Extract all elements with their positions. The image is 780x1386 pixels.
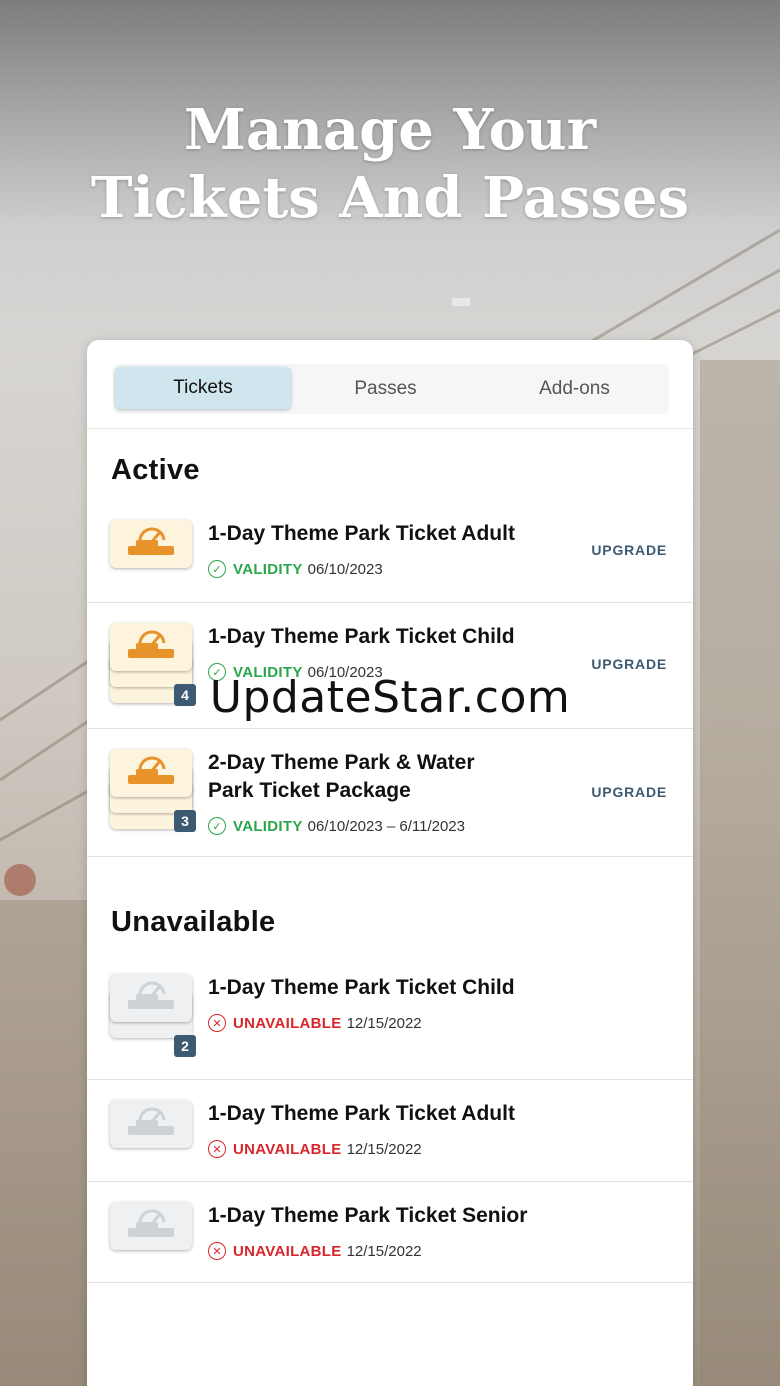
x-circle-icon: ✕ xyxy=(208,1140,226,1158)
ticket-count-badge: 2 xyxy=(174,1035,196,1057)
tab-add-ons[interactable]: Add-ons xyxy=(480,364,669,414)
coaster-ticket-icon xyxy=(110,623,192,671)
ticket-row[interactable]: 1-Day Theme Park Ticket Adult ✓ VALIDITY… xyxy=(87,500,693,603)
check-circle-icon: ✓ xyxy=(208,560,226,578)
tickets-card: Tickets Passes Add-ons Active 1-Day Them… xyxy=(87,340,693,1386)
status-label: VALIDITY xyxy=(233,560,303,578)
status-label: VALIDITY xyxy=(233,817,303,835)
ticket-row[interactable]: 1-Day Theme Park Ticket Adult ✕ UNAVAILA… xyxy=(87,1080,693,1182)
unavailable-status: ✕ UNAVAILABLE 12/15/2022 xyxy=(208,1140,422,1158)
validity-status: ✓ VALIDITY 06/10/2023 xyxy=(208,560,383,578)
status-date: 06/10/2023 xyxy=(307,560,383,578)
status-label: UNAVAILABLE xyxy=(233,1140,342,1158)
upgrade-button[interactable]: UPGRADE xyxy=(591,784,667,800)
active-section-title: Active xyxy=(111,454,200,486)
ticket-name: 1-Day Theme Park Ticket Senior xyxy=(208,1204,528,1227)
unavailable-status: ✕ UNAVAILABLE 12/15/2022 xyxy=(208,1014,422,1032)
status-date: 06/10/2023 – 6/11/2023 xyxy=(307,817,465,835)
tab-tickets[interactable]: Tickets xyxy=(115,367,291,409)
coaster-ticket-icon xyxy=(110,1100,192,1148)
ticket-name: 2-Day Theme Park & Water Park Ticket Pac… xyxy=(208,749,580,805)
status-date: 12/15/2022 xyxy=(346,1014,422,1032)
ticket-name-line2: Park Ticket Package xyxy=(208,779,411,802)
upgrade-button[interactable]: UPGRADE xyxy=(591,542,667,558)
x-circle-icon: ✕ xyxy=(208,1014,226,1032)
status-label: UNAVAILABLE xyxy=(233,1242,342,1260)
divider xyxy=(87,428,693,429)
ticket-name: 1-Day Theme Park Ticket Child xyxy=(208,976,515,999)
ticket-name: 1-Day Theme Park Ticket Child xyxy=(208,625,515,648)
ticket-name: 1-Day Theme Park Ticket Adult xyxy=(208,1102,515,1125)
status-label: UNAVAILABLE xyxy=(233,1014,342,1032)
headline: Manage Your Tickets And Passes xyxy=(0,96,780,232)
coaster-ticket-icon xyxy=(110,974,192,1022)
headline-line2: Tickets And Passes xyxy=(90,165,690,231)
coaster-ticket-icon xyxy=(110,520,192,568)
coaster-ticket-icon xyxy=(110,749,192,797)
ticket-row[interactable]: 3 2-Day Theme Park & Water Park Ticket P… xyxy=(87,729,693,857)
check-circle-icon: ✓ xyxy=(208,817,226,835)
validity-status: ✓ VALIDITY 06/10/2023 – 6/11/2023 xyxy=(208,817,465,835)
x-circle-icon: ✕ xyxy=(208,1242,226,1260)
ticket-name-line1: 2-Day Theme Park & Water xyxy=(208,751,475,774)
unavailable-section-title: Unavailable xyxy=(111,906,276,938)
tab-passes[interactable]: Passes xyxy=(291,364,480,414)
headline-line1: Manage Your xyxy=(183,97,597,163)
ticket-row[interactable]: 2 1-Day Theme Park Ticket Child ✕ UNAVAI… xyxy=(87,954,693,1080)
tab-bar: Tickets Passes Add-ons xyxy=(113,364,669,414)
unavailable-status: ✕ UNAVAILABLE 12/15/2022 xyxy=(208,1242,422,1260)
status-date: 12/15/2022 xyxy=(346,1140,422,1158)
ticket-count-badge: 3 xyxy=(174,810,196,832)
watermark: UpdateStar.com xyxy=(209,672,571,723)
ticket-name: 1-Day Theme Park Ticket Adult xyxy=(208,522,515,545)
coaster-ticket-icon xyxy=(110,1202,192,1250)
status-date: 12/15/2022 xyxy=(346,1242,422,1260)
upgrade-button[interactable]: UPGRADE xyxy=(591,656,667,672)
ticket-row[interactable]: 1-Day Theme Park Ticket Senior ✕ UNAVAIL… xyxy=(87,1182,693,1283)
